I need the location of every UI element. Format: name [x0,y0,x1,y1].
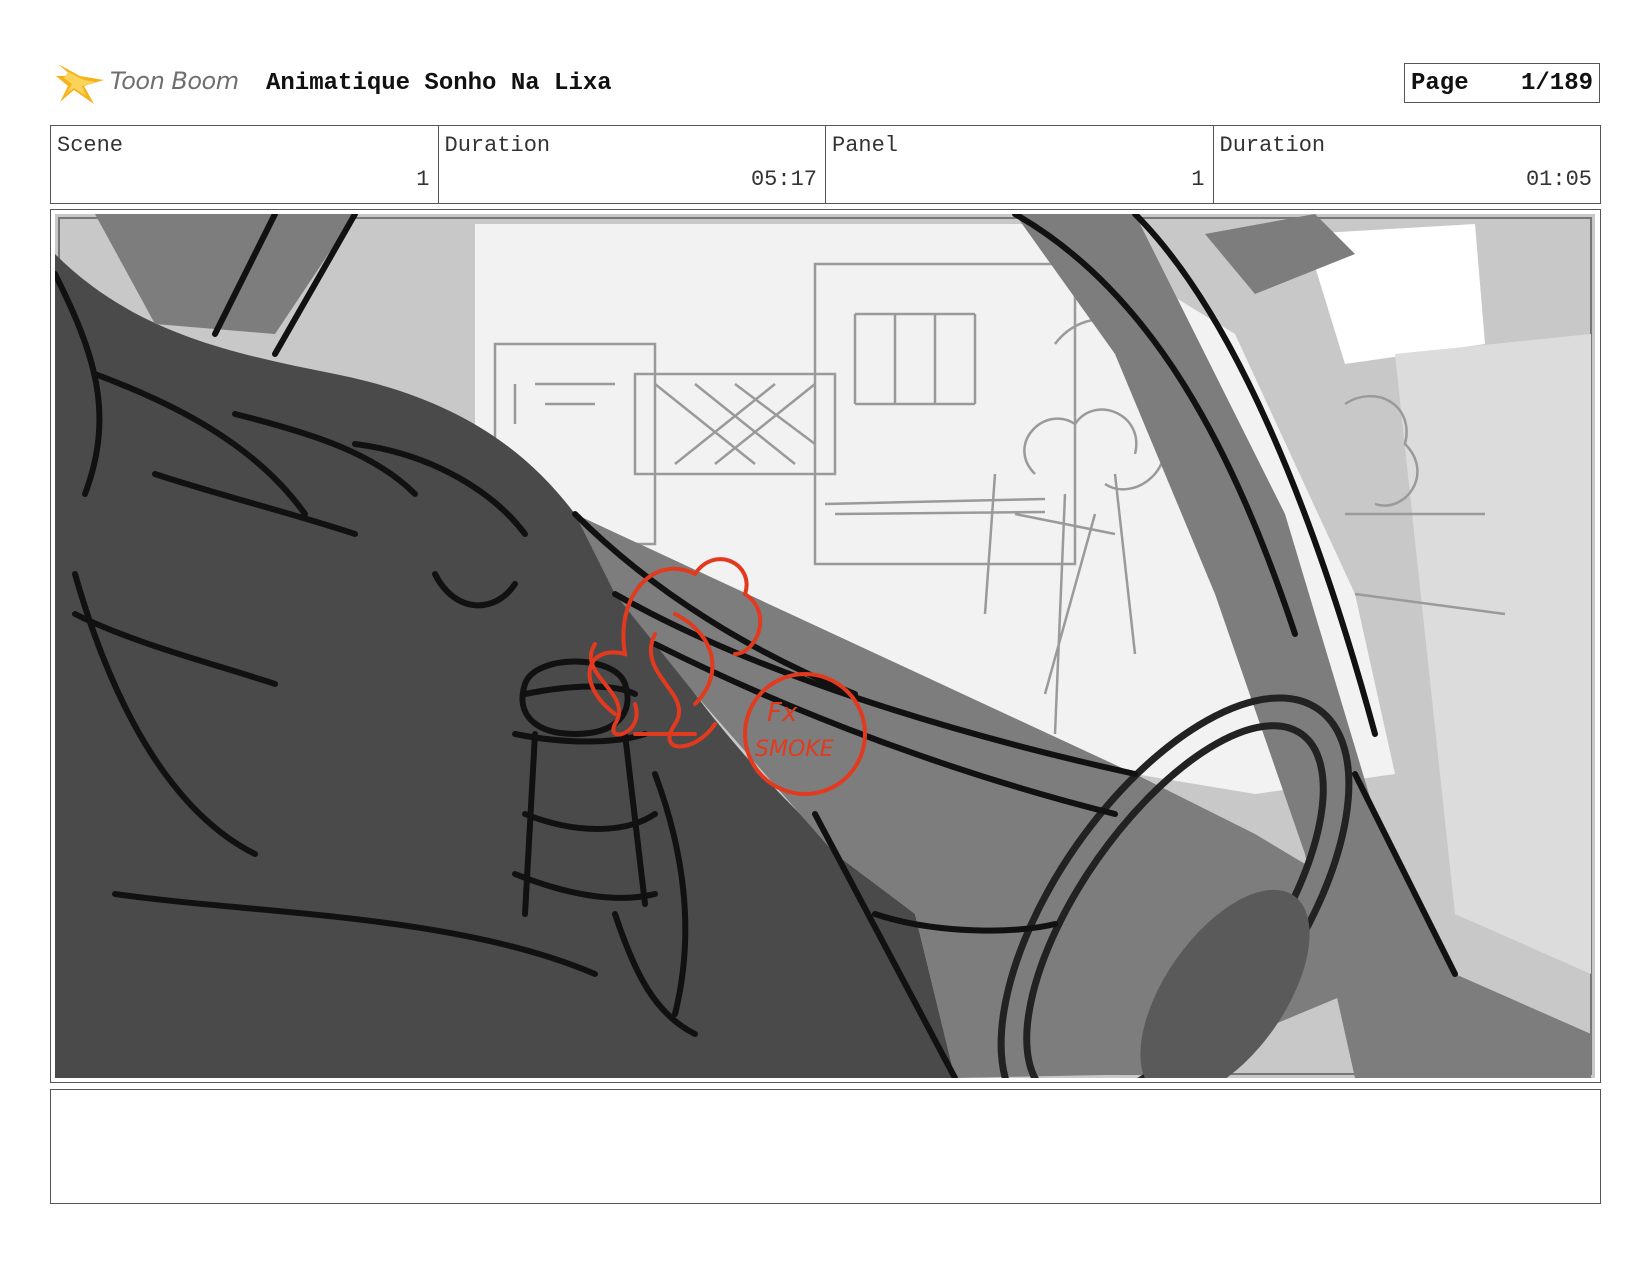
panel-value: 1 [1191,167,1205,192]
scene-duration-value: 05:17 [750,167,817,192]
toon-boom-logo: Toon Boom [54,58,254,110]
annotation-fx-text: Fx [767,698,798,728]
page-indicator: Page 1/189 [1404,63,1600,103]
scene-cell: Scene 1 [51,126,439,203]
toon-boom-burst-icon [56,64,104,104]
panel-cell: Panel 1 [826,126,1214,203]
logo-text: Toon Boom [110,67,239,95]
scene-label: Scene [57,133,124,158]
scene-value: 1 [416,167,430,192]
panel-duration-value: 01:05 [1525,167,1592,192]
panel-duration-cell: Duration 01:05 [1214,126,1601,203]
scene-duration-label: Duration [444,133,551,158]
page-label: Page [1411,70,1469,97]
annotation-smoke-text: SMOKE [755,737,834,762]
panel-notes-box [50,1089,1601,1204]
scene-info-row: Scene 1 Duration 05:17 Panel 1 Duration … [50,125,1601,204]
document-title: Animatique Sonho Na Lixa [266,70,612,97]
scene-duration-cell: Duration 05:17 [439,126,826,203]
panel-sketch: Fx SMOKE [55,214,1595,1078]
panel-label: Panel [832,133,899,158]
page-value: 1/189 [1520,70,1593,97]
storyboard-panel: Fx SMOKE [50,209,1601,1083]
panel-duration-label: Duration [1219,133,1326,158]
